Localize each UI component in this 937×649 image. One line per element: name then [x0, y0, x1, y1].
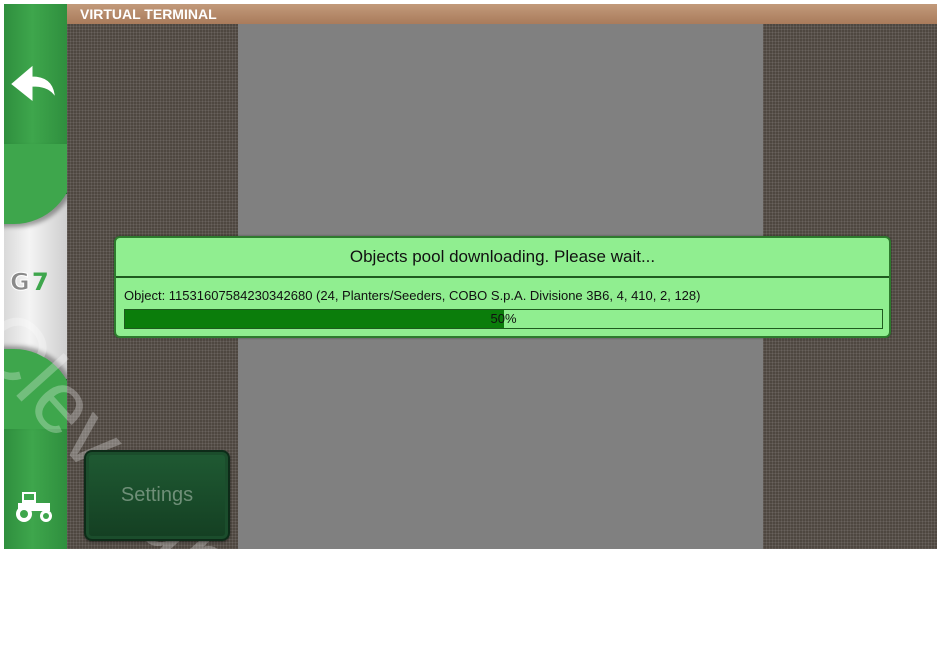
download-dialog: Objects pool downloading. Please wait...… — [114, 236, 891, 338]
svg-text:G: G — [10, 268, 30, 296]
svg-text:7: 7 — [32, 268, 49, 296]
progress-label: 50% — [490, 311, 517, 326]
dialog-title: Objects pool downloading. Please wait... — [116, 238, 889, 278]
object-info: Object: 11531607584230342680 (24, Plante… — [124, 288, 701, 303]
title-bar: VIRTUAL TERMINAL — [67, 4, 937, 24]
left-sidebar: G 7 — [4, 4, 67, 549]
settings-button-label: Settings — [120, 484, 194, 506]
back-arrow-icon[interactable] — [10, 64, 56, 104]
g7-logo: G 7 — [10, 268, 49, 297]
tractor-icon[interactable] — [12, 488, 56, 524]
progress-bar: 50% — [124, 309, 883, 329]
settings-button[interactable]: Settings — [84, 450, 230, 541]
window-title: VIRTUAL TERMINAL — [80, 6, 217, 22]
